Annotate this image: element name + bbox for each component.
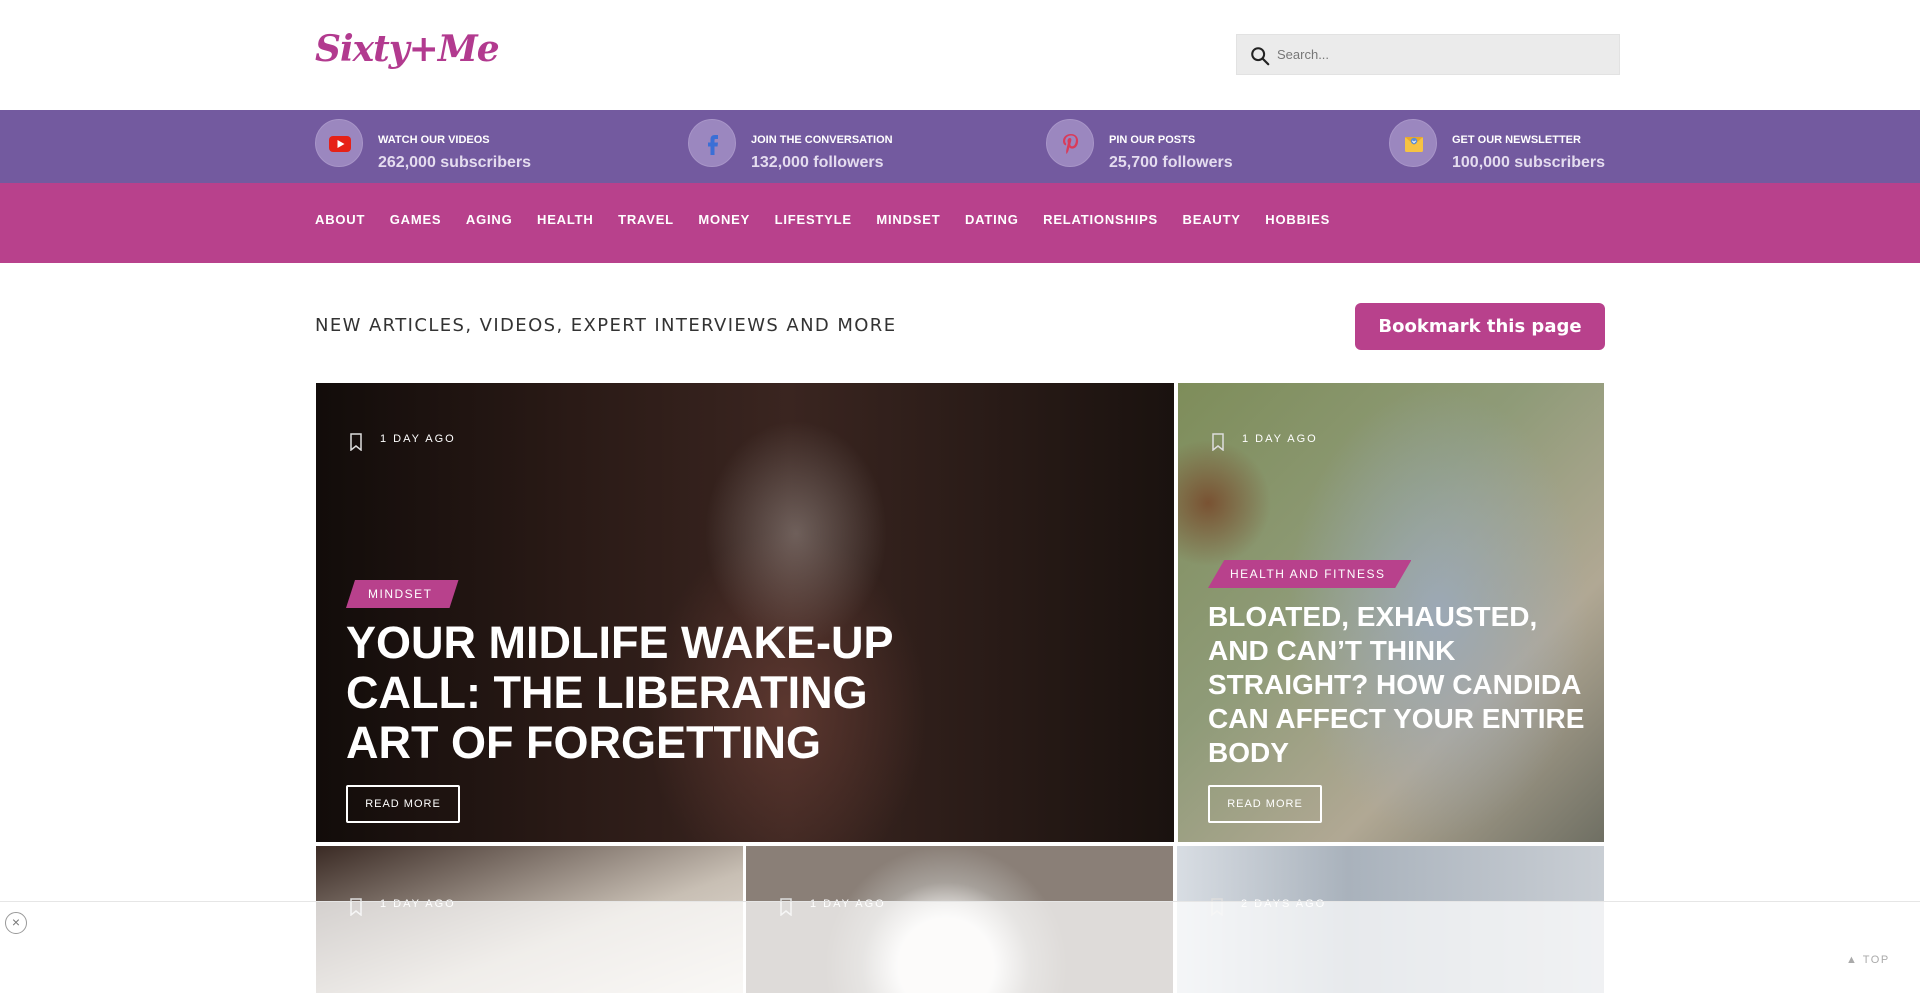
article-title[interactable]: YOUR MIDLIFE WAKE-UP CALL: THE LIBERATIN… xyxy=(346,618,966,768)
nav-item-games[interactable]: GAMES xyxy=(390,212,442,227)
youtube-icon[interactable] xyxy=(315,119,363,167)
read-more-button[interactable]: READ MORE xyxy=(1208,785,1322,823)
nav-item-lifestyle[interactable]: LIFESTYLE xyxy=(775,212,852,227)
article-card[interactable]: 1 DAY AGO HEALTH AND FITNESS BLOATED, EX… xyxy=(1178,383,1604,842)
social-label: JOIN THE CONVERSATION xyxy=(751,134,893,146)
social-label: GET OUR NEWSLETTER xyxy=(1452,134,1581,146)
bookmark-page-button[interactable]: Bookmark this page xyxy=(1355,303,1605,350)
section-title: NEW ARTICLES, VIDEOS, EXPERT INTERVIEWS … xyxy=(315,315,897,336)
bookmark-icon[interactable] xyxy=(350,433,362,451)
social-label: WATCH OUR VIDEOS xyxy=(378,134,490,146)
search-input[interactable] xyxy=(1277,35,1607,74)
article-title[interactable]: BLOATED, EXHAUSTED, AND CAN’T THINK STRA… xyxy=(1208,600,1588,770)
search-box[interactable] xyxy=(1236,34,1620,75)
social-count: 262,000 subscribers xyxy=(378,154,531,171)
nav-item-travel[interactable]: TRAVEL xyxy=(618,212,674,227)
facebook-icon[interactable] xyxy=(688,119,736,167)
social-label: PIN OUR POSTS xyxy=(1109,134,1196,146)
newsletter-icon[interactable] xyxy=(1389,119,1437,167)
article-card-featured[interactable]: 1 DAY AGO MINDSET YOUR MIDLIFE WAKE-UP C… xyxy=(316,383,1174,842)
top-label: TOP xyxy=(1862,954,1890,966)
nav-item-aging[interactable]: AGING xyxy=(466,212,513,227)
article-date: 1 DAY AGO xyxy=(1242,433,1318,445)
category-tag[interactable]: HEALTH AND FITNESS xyxy=(1208,560,1412,588)
article-date: 1 DAY AGO xyxy=(380,433,456,445)
pinterest-icon[interactable] xyxy=(1046,119,1094,167)
nav-item-dating[interactable]: DATING xyxy=(965,212,1019,227)
bottom-ad-overlay xyxy=(0,901,1920,993)
search-icon[interactable] xyxy=(1249,45,1271,67)
back-to-top-link[interactable]: ▲ TOP xyxy=(1846,954,1890,966)
category-tag[interactable]: MINDSET xyxy=(346,580,459,608)
nav-item-beauty[interactable]: BEAUTY xyxy=(1183,212,1241,227)
social-count: 25,700 followers xyxy=(1109,154,1233,171)
close-icon[interactable]: × xyxy=(5,912,27,934)
social-count: 132,000 followers xyxy=(751,154,884,171)
main-nav: ABOUT GAMES AGING HEALTH TRAVEL MONEY LI… xyxy=(0,183,1920,263)
nav-item-relationships[interactable]: RELATIONSHIPS xyxy=(1043,212,1158,227)
site-header: Sixty+Me xyxy=(0,0,1920,110)
nav-item-money[interactable]: MONEY xyxy=(698,212,750,227)
nav-item-hobbies[interactable]: HOBBIES xyxy=(1265,212,1330,227)
social-bar: WATCH OUR VIDEOS 262,000 subscribers JOI… xyxy=(0,110,1920,183)
nav-item-health[interactable]: HEALTH xyxy=(537,212,594,227)
nav-item-about[interactable]: ABOUT xyxy=(315,212,365,227)
social-count: 100,000 subscribers xyxy=(1452,154,1605,171)
bookmark-icon[interactable] xyxy=(1212,433,1224,451)
site-logo[interactable]: Sixty+Me xyxy=(315,28,500,70)
read-more-button[interactable]: READ MORE xyxy=(346,785,460,823)
nav-item-mindset[interactable]: MINDSET xyxy=(876,212,940,227)
